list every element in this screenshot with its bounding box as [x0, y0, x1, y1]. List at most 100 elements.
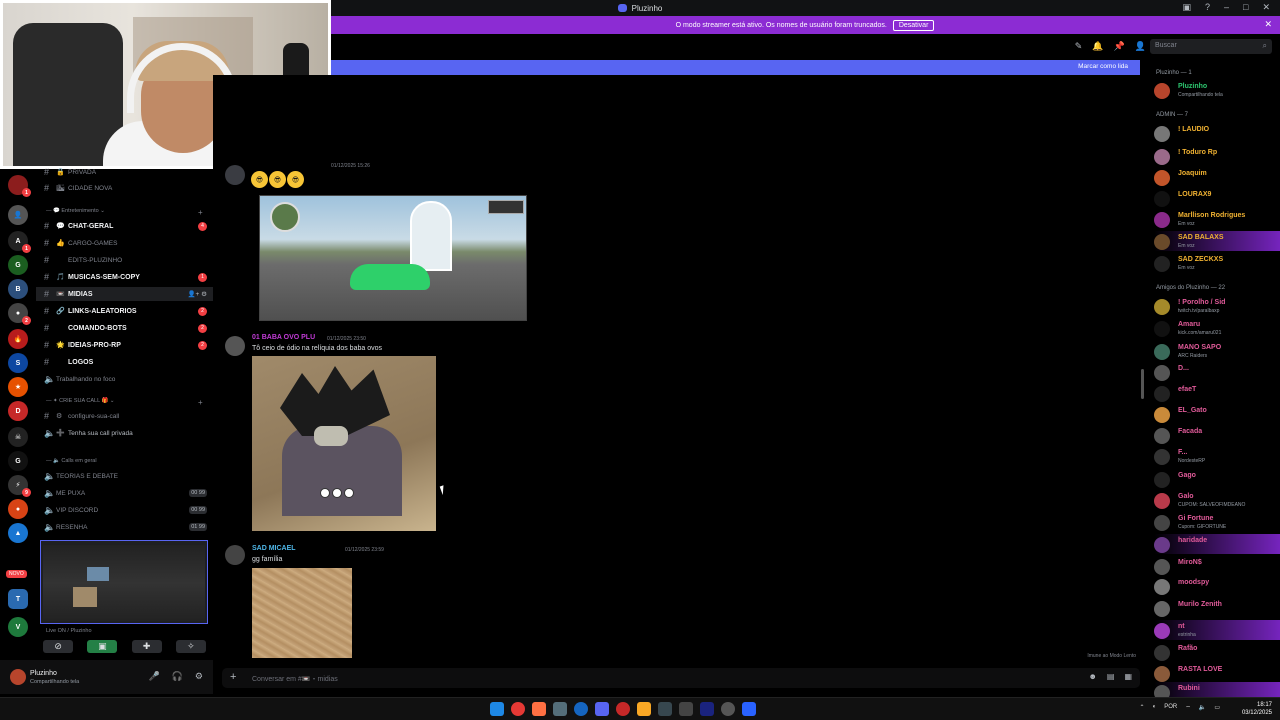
edge-icon[interactable] — [574, 702, 588, 716]
add-attachment-icon[interactable]: + — [230, 671, 236, 683]
channel-item[interactable]: # 💬 chat-geral 4 — [36, 219, 213, 233]
server-icon[interactable]: D — [8, 401, 28, 421]
member-item[interactable]: SAD ZECKXS Em voz — [1154, 253, 1280, 273]
roblox-icon[interactable] — [742, 702, 756, 716]
scrollbar[interactable] — [1141, 369, 1144, 399]
discord-icon[interactable] — [595, 702, 609, 716]
screen-share-icon[interactable]: ▣ — [87, 640, 118, 653]
voice-channel[interactable]: 🔈 ➕ Tenha sua call privada — [36, 426, 213, 440]
member-item[interactable]: LOURAX9 — [1154, 188, 1280, 208]
member-item[interactable]: haridade — [1154, 534, 1280, 554]
pin-icon[interactable]: 📌 — [1114, 41, 1125, 52]
member-item[interactable]: Gago — [1154, 469, 1280, 489]
opera-icon[interactable] — [616, 702, 630, 716]
message-composer[interactable]: + Conversar em #📼・midias ☻ ▤ ▦ — [222, 668, 1140, 688]
server-icon[interactable]: 1 — [8, 175, 31, 197]
member-item[interactable]: ! Toduro Rp — [1154, 146, 1280, 166]
app-icon[interactable] — [721, 702, 735, 716]
gif-icon[interactable]: ▤ — [1107, 672, 1115, 681]
chevron-up-icon[interactable]: ⌃ — [1140, 704, 1145, 712]
attachment-image[interactable] — [252, 568, 352, 658]
start-icon[interactable] — [490, 702, 504, 716]
volume-icon[interactable]: 🔈 — [1199, 704, 1206, 712]
member-item[interactable]: Gi Fortune Cupom: GIFORTUNE — [1154, 512, 1280, 532]
channel-item[interactable]: # 🏙 cidade nova — [36, 181, 213, 195]
search-input[interactable]: Buscar ⌕ — [1150, 39, 1272, 54]
channel-item[interactable]: # ⚙ configure-sua-call — [36, 409, 213, 423]
server-icon[interactable]: ⚡ 9 — [8, 475, 31, 497]
server-icon[interactable]: ▲ — [8, 523, 28, 543]
channel-item[interactable]: # 🎵 musicas-sem-copy 1 — [36, 270, 213, 284]
member-item[interactable]: EL_Gato — [1154, 404, 1280, 424]
category-crie[interactable]: — ✦ CRIE SUA CALL 🎁 ⌄ + — [46, 398, 203, 407]
soundboard-icon[interactable]: ✧ — [175, 640, 206, 653]
voice-channel[interactable]: 🔈 Trabalhando no foco — [36, 372, 213, 386]
inbox-icon[interactable]: ▣ — [1182, 2, 1191, 13]
camera-off-icon[interactable]: ⊘ — [43, 640, 74, 653]
server-icon[interactable]: V — [8, 617, 28, 637]
member-item[interactable]: D... — [1154, 362, 1280, 382]
member-item[interactable]: Pluzinho Compartilhando tela — [1154, 80, 1280, 100]
stream-preview[interactable] — [40, 540, 208, 624]
voice-channel[interactable]: 🔈 VIP DISCORD 00 99 — [36, 503, 213, 517]
new-messages-bar[interactable]: Marcar como lida — [330, 60, 1140, 75]
mark-read-button[interactable]: Marcar como lida — [1078, 63, 1128, 70]
member-item[interactable]: RASTA LOVE — [1154, 663, 1280, 683]
server-icon[interactable]: ● 2 — [8, 303, 31, 325]
chrome-icon[interactable] — [511, 702, 525, 716]
threads-icon[interactable]: ✎ — [1075, 41, 1083, 52]
app-icon[interactable] — [658, 702, 672, 716]
lang-indicator[interactable]: POR — [1164, 704, 1177, 712]
avatar[interactable] — [225, 165, 245, 185]
member-item[interactable]: ! LAUDIO — [1154, 123, 1280, 143]
member-item[interactable]: moodspy — [1154, 576, 1280, 596]
activities-icon[interactable]: ✚ — [131, 640, 162, 653]
wifi-icon[interactable]: ⌔ — [1185, 704, 1191, 712]
channel-item[interactable]: # 👍 cargo-games — [36, 236, 213, 250]
tray-icon[interactable]: ◐ — [1153, 704, 1157, 712]
apps-icon[interactable]: ▦ — [1124, 672, 1132, 681]
app-icon[interactable] — [532, 702, 546, 716]
server-icon[interactable]: G — [8, 255, 28, 275]
member-item[interactable]: MANO SAPO ARC Raiders — [1154, 341, 1280, 361]
member-item[interactable]: efaeT — [1154, 383, 1280, 403]
help-icon[interactable]: ? — [1205, 2, 1210, 13]
avatar[interactable] — [225, 545, 245, 565]
message-author[interactable]: SAD MICAEL — [252, 545, 296, 552]
server-icon[interactable]: ★ — [8, 377, 28, 397]
disable-streamer-button[interactable]: Desativar — [892, 19, 935, 31]
member-item[interactable]: F... NordesteRP — [1154, 446, 1280, 466]
server-icon[interactable]: B — [8, 279, 28, 299]
meme-image[interactable] — [252, 356, 436, 531]
channel-item[interactable]: # 🔒 privada — [36, 165, 213, 179]
member-item[interactable]: Murilo Zenith — [1154, 598, 1280, 618]
steam-icon[interactable] — [700, 702, 714, 716]
clock[interactable]: 18:17 03/12/2025 — [1242, 701, 1272, 717]
category-entretenimento[interactable]: — 💬 Entretenimento ⌄ + — [46, 208, 203, 217]
server-icon[interactable]: S — [8, 353, 28, 373]
app-icon[interactable] — [553, 702, 567, 716]
member-item[interactable]: Galo CUPOM: SALVEOFIMDEANO — [1154, 490, 1280, 510]
member-item[interactable]: SAD BALAXS Em voz — [1154, 231, 1280, 251]
channel-item-midias[interactable]: # 📼 midias 👤+ ⚙ — [36, 287, 213, 301]
member-item[interactable]: Facada — [1154, 425, 1280, 445]
channel-item[interactable]: # 🔗 links-aleatorios 2 — [36, 304, 213, 318]
server-icon[interactable]: ☠ — [8, 427, 28, 447]
channel-item[interactable]: # comando-bots 2 — [36, 321, 213, 335]
app-icon[interactable] — [679, 702, 693, 716]
bell-icon[interactable]: 🔔 — [1092, 41, 1103, 52]
channel-item[interactable]: # 🌟 ideias-pro-rp 2 — [36, 338, 213, 352]
server-icon[interactable]: 🔥 — [8, 329, 28, 349]
avatar[interactable] — [225, 336, 245, 356]
settings-gear-icon[interactable]: ⚙ — [195, 671, 203, 682]
member-item[interactable]: Rafão — [1154, 642, 1280, 662]
close-icon[interactable]: ✕ — [1264, 19, 1272, 30]
server-icon[interactable]: 👤 — [8, 205, 28, 225]
minimize-button[interactable]: – — [1224, 2, 1229, 13]
game-screenshot-image[interactable] — [259, 195, 527, 321]
voice-channel[interactable]: 🔈 ME PUXA 00 99 — [36, 486, 213, 500]
member-item[interactable]: nt estrinha — [1154, 620, 1280, 640]
avatar[interactable] — [10, 669, 26, 685]
channel-item[interactable]: # logos — [36, 355, 213, 369]
gift-icon[interactable]: ☻ — [1088, 672, 1096, 681]
